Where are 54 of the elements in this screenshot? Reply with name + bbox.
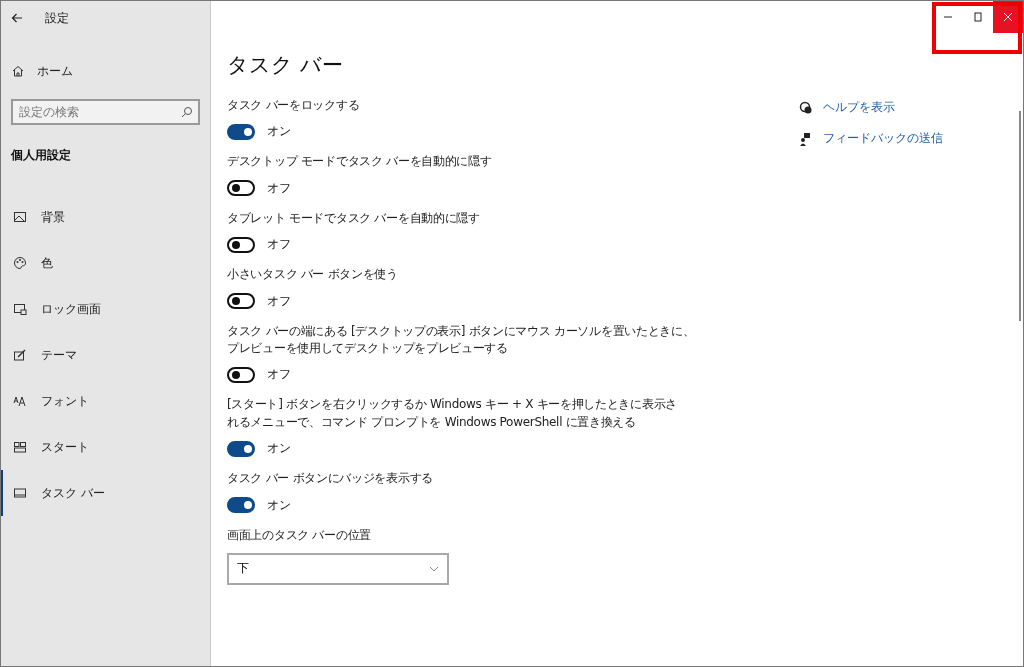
lock-icon xyxy=(13,302,27,316)
toggle-switch[interactable] xyxy=(227,180,255,197)
chevron-icon xyxy=(429,565,439,572)
toggle-state: オフ xyxy=(267,236,291,254)
maximize-icon xyxy=(973,12,983,22)
setting-label: タスク バーの端にある [デスクトップの表示] ボタンにマウス カーソルを置いたときに、 xyxy=(227,322,695,340)
sidebar-item[interactable]: ロック画面 xyxy=(1,286,210,332)
start-icon xyxy=(13,440,27,454)
sidebar-item[interactable]: スタート xyxy=(1,424,210,470)
help-link[interactable]: ヘルプを表示 xyxy=(823,99,895,116)
window-title: 設定 xyxy=(45,9,69,27)
toggle-switch[interactable] xyxy=(227,123,255,140)
sidebar-item[interactable]: 背景 xyxy=(1,194,210,240)
toggle-switch[interactable] xyxy=(227,440,255,457)
picture-icon xyxy=(13,210,27,224)
search-field[interactable]: 設定の検索 xyxy=(11,99,200,125)
setting-label: 小さいタスク バー ボタンを使う xyxy=(227,266,398,284)
home-icon xyxy=(11,64,25,78)
search-icon xyxy=(180,105,194,119)
toggle-state: オフ xyxy=(267,292,291,310)
back-icon[interactable] xyxy=(11,12,23,24)
toggle-state: オン xyxy=(267,440,291,458)
section-heading: 個人用設定 xyxy=(10,147,72,164)
sidebar-item[interactable]: 色 xyxy=(1,240,210,286)
home-item[interactable]: ホーム xyxy=(1,35,210,83)
setting-label: タブレット モードでタスク バーを自動的に隠す xyxy=(227,209,480,227)
setting-label: 画面上のタスク バーの位置 xyxy=(227,526,371,544)
font-icon xyxy=(13,394,27,408)
sidebar-item[interactable]: フォント xyxy=(1,378,210,424)
taskbar-icon xyxy=(13,486,27,500)
sidebar-item[interactable]: テーマ xyxy=(1,332,210,378)
setting-label: デスクトップ モードでタスク バーを自動的に隠す xyxy=(227,153,492,171)
toggle-switch[interactable] xyxy=(227,366,255,383)
setting-label: プレビューを使用してデスクトップをプレビューする xyxy=(227,339,508,357)
toggle-switch[interactable] xyxy=(227,497,255,513)
theme-icon xyxy=(13,348,27,362)
toggle-switch[interactable] xyxy=(227,236,255,253)
feedback-link[interactable]: フィードバックの送信 xyxy=(823,130,943,147)
setting-label: れるメニューで、コマンド プロンプトを Windows PowerShell に置き換える xyxy=(227,413,636,431)
toggle-state: オン xyxy=(267,496,291,514)
page-title: タスク バー xyxy=(227,52,344,79)
setting-label: [スタート] ボタンを右クリックするか Windows キー + X キーを押したときに表示さ xyxy=(227,396,677,414)
setting-label: タスク バー ボタンにバッジを表示する xyxy=(227,470,433,488)
position-dropdown[interactable]: 下 xyxy=(227,552,449,585)
help-icon xyxy=(799,100,813,115)
toggle-state: オン xyxy=(267,123,291,141)
scrollbar[interactable] xyxy=(1019,111,1021,321)
toggle-state: オフ xyxy=(267,179,291,197)
toggle-switch[interactable] xyxy=(227,293,255,310)
toggle-state: オフ xyxy=(267,366,291,384)
feedback-icon xyxy=(799,131,813,146)
palette-icon xyxy=(13,256,27,270)
setting-label: タスク バーをロックする xyxy=(227,97,360,114)
close-icon xyxy=(1003,12,1013,22)
